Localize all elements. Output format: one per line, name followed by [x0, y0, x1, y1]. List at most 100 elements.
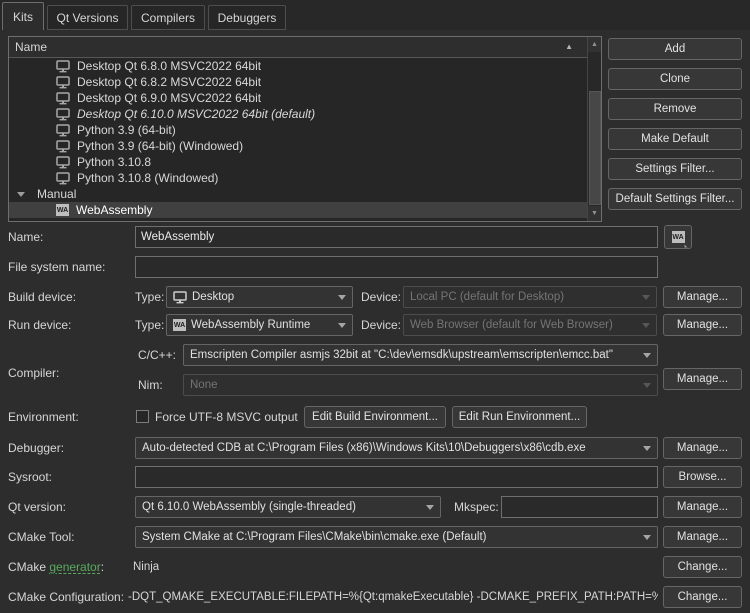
sysroot-input[interactable]: [135, 466, 658, 488]
add-button-label: Add: [665, 43, 685, 55]
chevron-down-icon: [643, 446, 651, 451]
desktop-icon: [56, 60, 70, 73]
debugger-manage-button[interactable]: Manage...: [663, 437, 742, 459]
tab-bar: Kits Qt Versions Compilers Debuggers: [0, 0, 750, 30]
webassembly-icon: WA: [672, 231, 685, 243]
debugger-value: Auto-detected CDB at C:\Program Files (x…: [142, 442, 586, 454]
manage-button-label: Manage...: [677, 291, 728, 303]
tree-row[interactable]: Python 3.10.8 (Windowed): [9, 170, 587, 186]
tree-row-default-kit[interactable]: Desktop Qt 6.10.0 MSVC2022 64bit (defaul…: [9, 106, 587, 122]
desktop-icon: [56, 172, 70, 185]
cmake-generator-label-suffix: :: [101, 560, 104, 574]
settings-filter-button[interactable]: Settings Filter...: [608, 158, 742, 180]
run-device-manage-button[interactable]: Manage...: [663, 314, 742, 336]
build-device-type-label: Type:: [135, 286, 164, 308]
qt-version-combo[interactable]: Qt 6.10.0 WebAssembly (single-threaded): [135, 496, 441, 518]
desktop-icon: [56, 108, 70, 121]
qt-version-manage-button[interactable]: Manage...: [663, 496, 742, 518]
change-button-label: Change...: [678, 561, 728, 573]
desktop-icon: [173, 291, 187, 304]
environment-label: Environment:: [8, 406, 79, 428]
tree-group-label: Manual: [37, 187, 76, 201]
remove-button[interactable]: Remove: [608, 98, 742, 120]
chevron-down-icon: [642, 323, 650, 328]
tree-row-label: Python 3.10.8 (Windowed): [77, 171, 218, 185]
mkspec-input[interactable]: [501, 496, 658, 518]
tree-row[interactable]: Desktop Qt 6.9.0 MSVC2022 64bit: [9, 90, 587, 106]
make-default-button[interactable]: Make Default: [608, 128, 742, 150]
cmake-configuration-change-button[interactable]: Change...: [663, 586, 742, 608]
cmake-tool-combo[interactable]: System CMake at C:\Program Files\CMake\b…: [135, 526, 658, 548]
default-settings-filter-button-label: Default Settings Filter...: [616, 193, 735, 205]
edit-run-environment-label: Edit Run Environment...: [459, 411, 580, 423]
file-system-name-input[interactable]: [135, 256, 658, 278]
scroll-down-icon[interactable]: ▼: [588, 206, 601, 221]
kits-settings-page: Kits Qt Versions Compilers Debuggers Nam…: [0, 0, 750, 613]
manage-button-label: Manage...: [677, 319, 728, 331]
tree-row[interactable]: Python 3.10.8: [9, 154, 587, 170]
cmake-generator-label-prefix: CMake: [8, 560, 49, 574]
add-button[interactable]: Add: [608, 38, 742, 60]
force-utf8-checkbox[interactable]: [136, 410, 149, 423]
browse-button-label: Browse...: [679, 471, 727, 483]
chevron-down-icon: [643, 535, 651, 540]
change-button-label: Change...: [678, 591, 728, 603]
compiler-cpp-combo[interactable]: Emscripten Compiler asmjs 32bit at "C:\d…: [183, 344, 658, 366]
run-device-label: Run device:: [8, 314, 71, 336]
build-device-device-value: Local PC (default for Desktop): [410, 291, 564, 303]
expander-down-icon[interactable]: [17, 192, 25, 197]
tab-qt-versions[interactable]: Qt Versions: [47, 5, 128, 30]
compiler-manage-button[interactable]: Manage...: [663, 368, 742, 390]
clone-button[interactable]: Clone: [608, 68, 742, 90]
chevron-down-icon: [642, 295, 650, 300]
compiler-nim-label: Nim:: [138, 374, 163, 396]
run-device-type-combo[interactable]: WA WebAssembly Runtime: [166, 314, 353, 336]
make-default-button-label: Make Default: [641, 133, 709, 145]
edit-build-environment-label: Edit Build Environment...: [312, 411, 438, 423]
name-input-value: WebAssembly: [141, 231, 214, 243]
build-device-manage-button[interactable]: Manage...: [663, 286, 742, 308]
tab-debuggers[interactable]: Debuggers: [208, 5, 286, 30]
kit-icon-button[interactable]: WA: [664, 225, 692, 249]
run-device-type-value: WebAssembly Runtime: [191, 319, 310, 331]
chevron-down-icon: [338, 295, 346, 300]
debugger-combo[interactable]: Auto-detected CDB at C:\Program Files (x…: [135, 437, 658, 459]
cmake-tool-manage-button[interactable]: Manage...: [663, 526, 742, 548]
build-device-type-combo[interactable]: Desktop: [166, 286, 353, 308]
build-device-device-label: Device:: [361, 286, 401, 308]
tree-row[interactable]: Desktop Qt 6.8.0 MSVC2022 64bit: [9, 58, 587, 74]
cmake-generator-link[interactable]: generator: [49, 560, 100, 574]
settings-filter-button-label: Settings Filter...: [635, 163, 714, 175]
mkspec-label: Mkspec:: [454, 496, 499, 518]
edit-run-environment-button[interactable]: Edit Run Environment...: [452, 406, 587, 428]
tab-kits[interactable]: Kits: [2, 2, 44, 30]
force-utf8-checkbox-label[interactable]: Force UTF-8 MSVC output: [155, 406, 298, 428]
edit-build-environment-button[interactable]: Edit Build Environment...: [304, 406, 446, 428]
tree-row-label: WebAssembly: [76, 203, 152, 217]
cmake-tool-value: System CMake at C:\Program Files\CMake\b…: [142, 531, 486, 543]
desktop-icon: [56, 92, 70, 105]
tree-group-manual[interactable]: Manual: [9, 186, 587, 202]
cmake-generator-change-button[interactable]: Change...: [663, 556, 742, 578]
sysroot-browse-button[interactable]: Browse...: [663, 466, 742, 488]
tree-row-label: Python 3.9 (64-bit) (Windowed): [77, 139, 243, 153]
cmake-configuration-value: -DQT_QMAKE_EXECUTABLE:FILEPATH=%{Qt:qmak…: [128, 586, 658, 608]
tree-row[interactable]: Python 3.9 (64-bit) (Windowed): [9, 138, 587, 154]
tree-row-webassembly-selected[interactable]: WA WebAssembly: [9, 202, 587, 218]
tree-vertical-scrollbar[interactable]: ▲ ▼: [587, 37, 601, 221]
name-input[interactable]: WebAssembly: [135, 226, 658, 248]
tree-row[interactable]: Python 3.9 (64-bit): [9, 122, 587, 138]
kits-tree: Name ▲ Desktop Qt 6.8.0 MSVC2022 64bit D…: [8, 36, 602, 222]
tree-row-label: Python 3.9 (64-bit): [77, 123, 176, 137]
tree-header-name[interactable]: Name ▲: [9, 37, 587, 58]
tree-row-label: Python 3.10.8: [77, 155, 151, 169]
scrollbar-thumb[interactable]: [589, 91, 601, 205]
default-settings-filter-button[interactable]: Default Settings Filter...: [608, 188, 742, 210]
tree-row[interactable]: Desktop Qt 6.8.2 MSVC2022 64bit: [9, 74, 587, 90]
tab-compilers[interactable]: Compilers: [131, 5, 205, 30]
compiler-label: Compiler:: [8, 362, 59, 384]
compiler-nim-combo: None: [183, 374, 658, 396]
scroll-up-icon[interactable]: ▲: [588, 37, 601, 52]
run-device-device-value: Web Browser (default for Web Browser): [410, 319, 613, 331]
dropdown-corner-icon: [685, 242, 688, 248]
